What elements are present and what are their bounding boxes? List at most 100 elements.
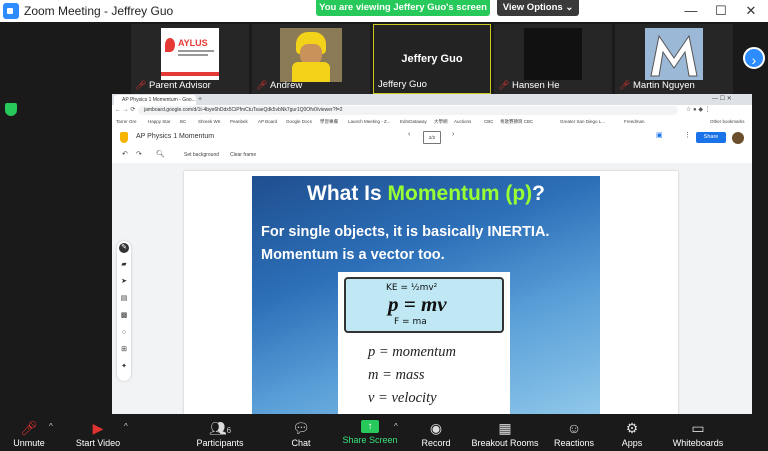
definition-line: v = velocity [368,390,437,406]
security-shield-icon[interactable] [5,103,17,116]
bookmark-item[interactable]: 大學網 [434,117,448,126]
jamboard-header: AP Physics 1 Momentum ‹ 2/2 › ▣ ⋮ Share [112,127,752,150]
text-box-icon[interactable]: ⊞ [119,345,129,355]
unmute-button[interactable]: 🎤︎ Unmute [6,414,52,451]
maximize-button[interactable]: ☐ [706,2,736,20]
new-tab-icon[interactable]: + [198,96,202,103]
video-off-icon: ▶︎ [92,420,104,436]
bookmark-item[interactable]: AP Board [258,117,277,126]
present-icon[interactable]: ▣ [656,131,663,139]
participants-button[interactable]: 👥︎6 Participants [192,414,248,451]
view-options-button[interactable]: View Options ⌄ [497,0,579,16]
bookmark-item[interactable]: 青歌賽節目 CBC [500,117,533,126]
participants-count: 6 [226,426,232,435]
bookmark-item[interactable]: 學習專欄 [320,117,338,126]
slide-title: What Is Momentum (p)? [307,182,545,205]
bookmark-item[interactable]: EdmDataway [400,117,427,126]
formula-card: KE = ½mv² p = mv F = ma p = momentum m =… [338,272,510,414]
more-options-icon[interactable]: ⋮ [684,131,691,139]
slide-image: What Is Momentum (p)? For single objects… [252,176,600,414]
undo-icon[interactable]: ↶ [122,150,128,158]
bookmark-item[interactable]: Launch Meeting - Z... [348,117,391,126]
bookmark-item[interactable]: BC [180,117,186,126]
bookmark-item[interactable]: Other bookmarks [710,117,745,126]
sticky-note-icon[interactable]: ▤ [119,294,129,304]
nav-arrows-icon[interactable]: ← → ⟳ [115,106,135,113]
record-icon: ◉ [429,420,443,436]
participant-tile-parent-advisor[interactable]: AYLUS 🎤︎ Parent Advisor [131,24,249,94]
bookmark-item[interactable]: Auctions [454,117,471,126]
jamboard-frame[interactable]: What Is Momentum (p)? For single objects… [184,171,678,414]
avatar[interactable] [732,132,744,144]
bookmark-item[interactable]: Google Docs [286,117,312,126]
bookmark-item[interactable]: CBC [484,117,494,126]
next-page-arrow-icon[interactable]: › [743,47,765,69]
bookmark-item[interactable]: Shreek WK [198,117,221,126]
share-screen-button[interactable]: ↑ Share Screen [340,414,400,451]
frame-indicator[interactable]: 2/2 [423,131,441,144]
participant-name: Andrew [270,80,303,91]
minimize-button[interactable]: — [676,2,706,20]
pen-icon[interactable]: ✎ [119,243,129,253]
bookmark-item[interactable]: Happy Star [148,117,171,126]
video-options-chevron-icon[interactable]: ^ [124,422,128,431]
share-options-chevron-icon[interactable]: ^ [394,422,398,431]
bookmark-item[interactable]: Greater San Diego L... [560,117,605,126]
audio-options-chevron-icon[interactable]: ^ [49,422,53,431]
jamboard-title[interactable]: AP Physics 1 Momentum [136,133,214,140]
definition-line: m = mass [368,367,425,383]
window-controls: — ☐ ✕ [712,96,732,102]
browser-tab[interactable]: AP Physics 1 Momentum - Goo... [114,95,196,105]
muted-mic-icon: 🎤︎ [619,80,631,90]
close-button[interactable]: ✕ [736,2,766,20]
formula-box: KE = ½mv² p = mv F = ma [344,277,504,333]
bookmark-item[interactable]: Peanbek [230,117,248,126]
reactions-button[interactable]: ☺︎ Reactions [552,414,596,451]
participant-name: Jeffery Guo [378,79,427,90]
avatar [280,28,342,82]
share-button[interactable]: Share [696,132,726,143]
reactions-icon: ☺︎ [566,420,582,436]
location-pin-icon [165,38,175,52]
window-title: Zoom Meeting - Jeffrey Guo [24,4,174,18]
participant-name: Parent Advisor [149,80,211,91]
select-icon[interactable]: ➤ [119,277,129,287]
jamboard-toolbar: ↶ ↷ 🔍︎ Set background Clear frame [112,149,752,164]
participant-tile-martin-nguyen[interactable]: 🎤︎ Martin Nguyen [615,24,733,94]
muted-mic-icon: 🎤︎ [498,80,510,90]
next-frame-icon[interactable]: › [452,131,454,138]
record-button[interactable]: ◉ Record [418,414,454,451]
m-logo-icon [650,34,698,77]
participant-center-name: Jeffery Guo [401,53,463,65]
jamboard-canvas-area: ✎ ▰ ➤ ▤ ▩ ○ ⊞ ✦ What Is Momentum (p)? Fo… [112,163,752,414]
bookmark-item[interactable]: Freedman [624,117,645,126]
laser-icon[interactable]: ✦ [119,362,129,372]
slide-text-line: Momentum is a vector too. [261,247,445,263]
image-icon[interactable]: ▩ [119,311,129,321]
start-video-button[interactable]: ▶︎ Start Video [70,414,126,451]
extensions-icon[interactable]: ☆ ● ◆ ⋮ [686,106,711,113]
meeting-controls-bar: 🎤︎ Unmute ^ ▶︎ Start Video ^ 👥︎6 Partici… [0,414,768,451]
eraser-icon[interactable]: ▰ [119,260,129,270]
muted-mic-icon: 🎤︎ [256,80,268,90]
bookmark-item[interactable]: Tarrer Ore [116,117,137,126]
participant-tile-hansen-he[interactable]: 🎤︎ Hansen He [494,24,612,94]
url-field[interactable]: jamboard.google.com/d/1t-4bye6hDdx5CiPfm… [138,106,678,115]
chat-button[interactable]: 💬︎ Chat [284,414,318,451]
apps-button[interactable]: ⚙︎ Apps [616,414,648,451]
circle-icon[interactable]: ○ [119,328,129,338]
avatar [645,28,703,80]
muted-mic-icon: 🎤︎ [135,80,147,90]
breakout-rooms-button[interactable]: ▦ Breakout Rooms [470,414,540,451]
apps-icon: ⚙︎ [625,420,639,436]
participant-tile-andrew[interactable]: 🎤︎ Andrew [252,24,370,94]
whiteboards-button[interactable]: ▭ Whiteboards [668,414,728,451]
redo-icon[interactable]: ↷ [136,150,142,158]
chat-icon: 💬︎ [292,420,310,436]
set-background-button[interactable]: Set background [184,152,219,158]
whiteboard-icon: ▭ [691,420,705,436]
prev-frame-icon[interactable]: ‹ [408,131,410,138]
clear-frame-button[interactable]: Clear frame [230,152,256,158]
participant-tile-jeffery-guo[interactable]: Jeffery Guo Jeffery Guo [373,24,491,94]
zoom-icon[interactable]: 🔍︎ [156,150,165,158]
